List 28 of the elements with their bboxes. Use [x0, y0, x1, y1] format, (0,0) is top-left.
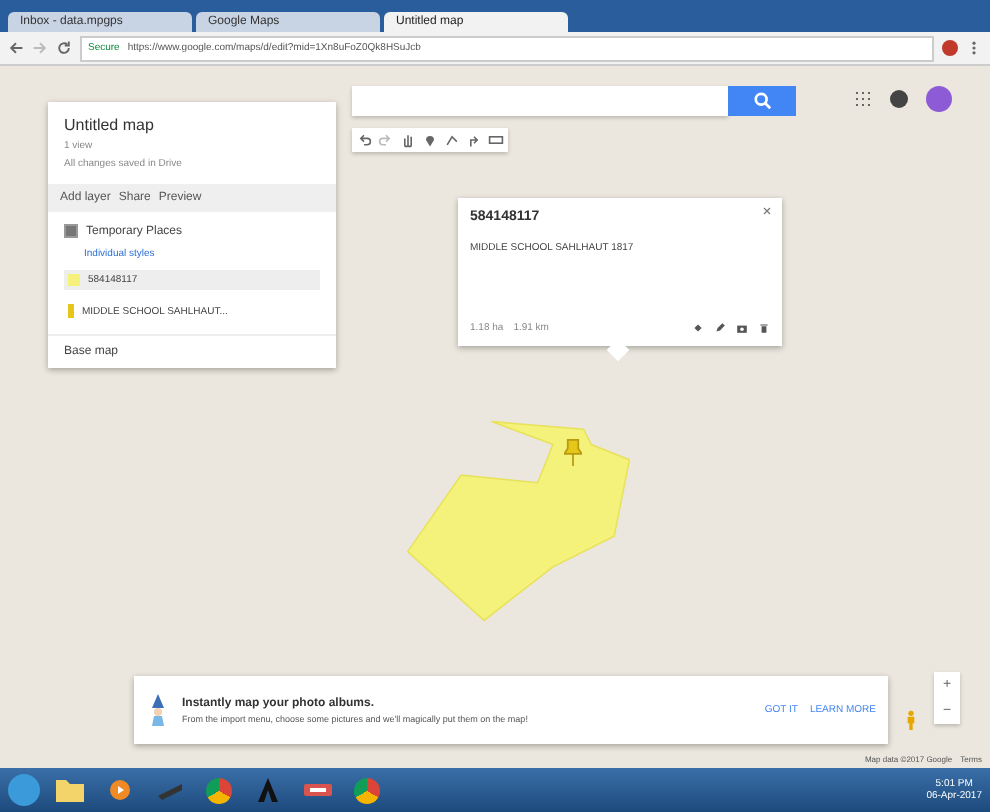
start-button[interactable]: [8, 774, 40, 806]
search-button[interactable]: [728, 86, 796, 116]
avatar-circle[interactable]: [926, 86, 952, 112]
back-arrow-icon[interactable]: [8, 40, 24, 56]
paint-bucket-icon[interactable]: [692, 322, 704, 334]
camera-icon[interactable]: [736, 322, 748, 334]
polygon-icon: [68, 274, 80, 286]
apps-grid-icon[interactable]: [852, 88, 872, 108]
marker-icon[interactable]: [420, 130, 440, 150]
wizard-icon: [146, 694, 170, 726]
trash-icon[interactable]: [758, 322, 770, 334]
folder-icon[interactable]: [50, 774, 90, 806]
reload-icon[interactable]: [56, 40, 72, 56]
map-title[interactable]: Untitled map: [64, 116, 320, 134]
close-icon[interactable]: [762, 206, 772, 216]
layer-checkbox[interactable]: [64, 224, 78, 238]
browser-icon[interactable]: [354, 777, 380, 803]
extension-icon[interactable]: [942, 40, 958, 56]
search-icon: [753, 92, 771, 110]
hand-icon[interactable]: [398, 130, 418, 150]
marker-icon: [68, 304, 74, 318]
browser-icon[interactable]: [206, 777, 232, 803]
pencil-icon[interactable]: [714, 322, 726, 334]
directions-icon[interactable]: [464, 130, 484, 150]
line-tool-icon[interactable]: [442, 130, 462, 150]
search-field[interactable]: [352, 86, 728, 116]
undo-icon[interactable]: [354, 130, 374, 150]
ruler-icon[interactable]: [486, 130, 506, 150]
